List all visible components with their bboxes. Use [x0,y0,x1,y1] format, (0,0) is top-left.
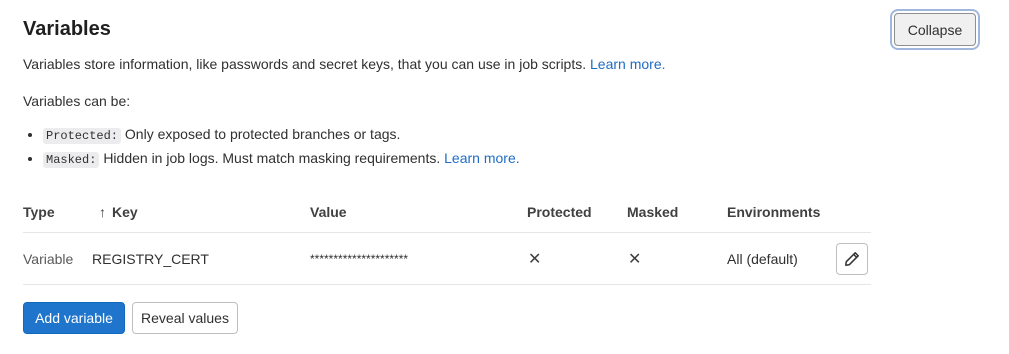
sort-ascending-icon: ↑ [99,204,106,220]
header-divider [23,232,871,233]
masked-description: Hidden in job logs. Must match masking r… [103,150,441,166]
row-environments: All (default) [727,251,798,267]
column-header-masked: Masked [627,204,679,220]
masking-learn-more-link[interactable]: Learn more. [444,150,519,166]
masked-x-icon: ✕ [628,251,642,268]
column-header-environments: Environments [727,204,821,220]
row-divider [23,284,871,285]
row-key: REGISTRY_CERT [92,251,209,267]
reveal-values-button[interactable]: Reveal values [132,302,238,334]
edit-variable-button[interactable] [836,243,868,275]
variables-can-be-label: Variables can be: [23,93,131,109]
pencil-icon [845,252,859,266]
row-type: Variable [23,251,74,267]
list-item-masked: Masked: Hidden in job logs. Must match m… [43,150,520,169]
column-header-protected: Protected [527,204,592,220]
column-header-value: Value [310,204,347,220]
collapse-button[interactable]: Collapse [894,13,976,46]
column-header-type: Type [23,204,55,220]
column-header-key-label: Key [112,204,138,220]
variable-options-list: Protected: Only exposed to protected bra… [23,126,520,174]
list-item-protected: Protected: Only exposed to protected bra… [43,126,520,145]
section-title: Variables [23,18,111,40]
column-header-key[interactable]: ↑ Key [99,204,138,220]
section-description: Variables store information, like passwo… [23,56,666,72]
add-variable-button[interactable]: Add variable [23,302,125,334]
masked-code: Masked: [43,152,100,168]
row-masked-value: ********************* [310,252,409,266]
protected-description: Only exposed to protected branches or ta… [124,126,401,142]
learn-more-link[interactable]: Learn more. [590,56,665,72]
protected-x-icon: ✕ [528,251,542,268]
protected-code: Protected: [43,128,122,144]
description-text: Variables store information, like passwo… [23,56,587,72]
